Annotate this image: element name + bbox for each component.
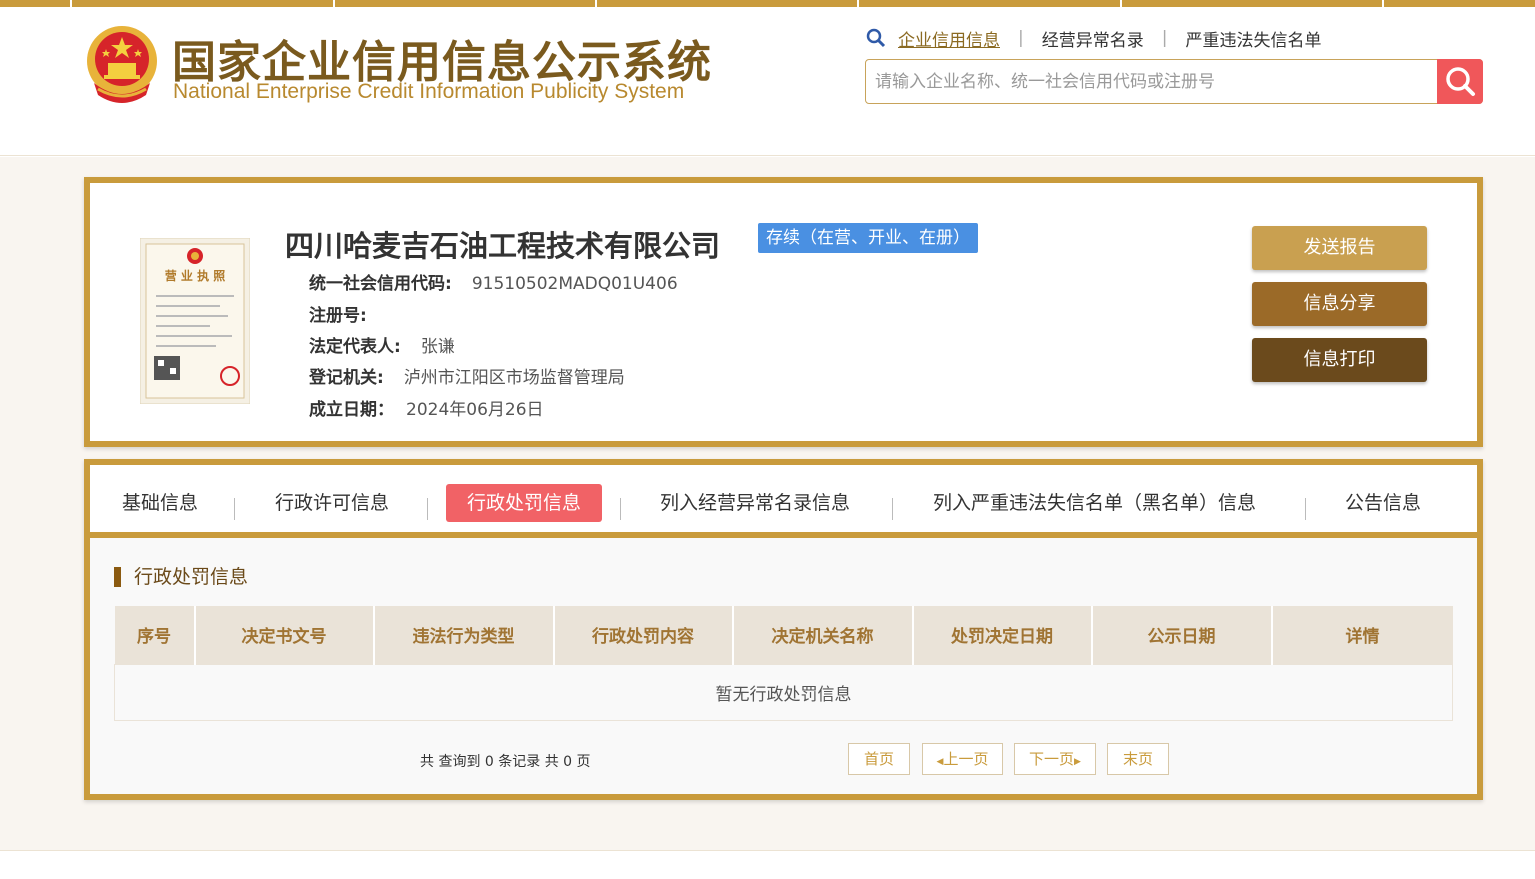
section-title: 行政处罚信息: [114, 567, 248, 587]
field-label: 法定代表人:: [309, 337, 401, 357]
col-decision-date: 处罚决定日期: [912, 606, 1093, 664]
field-value: 91510502MADQ01U406: [471, 274, 678, 294]
chevron-right-icon: ▶: [1074, 757, 1081, 767]
tab-divider: [892, 498, 893, 520]
info-panel: 基础信息 行政许可信息 行政处罚信息 列入经营异常名录信息 列入严重违法失信名单…: [84, 459, 1483, 800]
tab-admin-license[interactable]: 行政许可信息: [275, 484, 389, 522]
license-title: 营 业 执 照: [165, 268, 226, 283]
tab-bar: 基础信息 行政许可信息 行政处罚信息 列入经营异常名录信息 列入严重违法失信名单…: [90, 465, 1477, 538]
field-established: 成立日期： 2024年06月26日: [309, 395, 544, 420]
field-label: 统一社会信用代码:: [309, 274, 452, 294]
send-report-button[interactable]: 发送报告: [1252, 226, 1427, 270]
tab-announcements[interactable]: 公告信息: [1345, 484, 1421, 522]
table-header-row: 序号 决定书文号 违法行为类型 行政处罚内容 决定机关名称 处罚决定日期 公示日…: [114, 606, 1453, 664]
nav-abnormal-list[interactable]: 经营异常名录: [1042, 26, 1144, 51]
status-badge: 存续（在营、开业、在册）: [758, 223, 978, 253]
business-license-image[interactable]: 营 业 执 照: [140, 238, 250, 404]
top-nav: 企业信用信息 | 经营异常名录 | 严重违法失信名单: [866, 26, 1321, 51]
last-page-button[interactable]: 末页: [1107, 743, 1169, 775]
col-decision-number: 决定书文号: [194, 606, 375, 664]
field-value: 泸州市江阳区市场监督管理局: [403, 368, 625, 388]
tab-divider: [234, 498, 235, 520]
table-row: 暂无行政处罚信息: [114, 663, 1453, 721]
field-reg-number: 注册号:: [309, 301, 387, 326]
nav-blacklist[interactable]: 严重违法失信名单: [1185, 26, 1321, 51]
field-label: 成立日期：: [309, 400, 394, 420]
field-value: 张谦: [420, 337, 455, 357]
nav-divider: |: [1161, 28, 1168, 48]
search-icon: [866, 28, 886, 48]
search-box: [865, 59, 1483, 104]
site-title-en: National Enterprise Credit Information P…: [173, 80, 685, 103]
company-card: 营 业 执 照 四川哈麦吉石油工程技术有限公司 存续（在营、开业、在册） 统一社…: [84, 177, 1483, 447]
prev-page-button[interactable]: ◀上一页: [922, 743, 1003, 775]
top-strip: [0, 0, 1535, 7]
nav-enterprise-credit[interactable]: 企业信用信息: [898, 26, 1000, 51]
field-label: 登记机关:: [309, 368, 384, 388]
prev-page-label: 上一页: [943, 750, 989, 768]
company-name: 四川哈麦吉石油工程技术有限公司: [285, 229, 721, 263]
footer: [0, 850, 1535, 879]
search-input[interactable]: [866, 60, 1438, 103]
share-info-button[interactable]: 信息分享: [1252, 282, 1427, 326]
tab-divider: [620, 498, 621, 520]
col-index: 序号: [114, 606, 196, 664]
col-violation-type: 违法行为类型: [373, 606, 555, 664]
next-page-button[interactable]: 下一页▶: [1014, 743, 1096, 775]
penalty-table: 序号 决定书文号 违法行为类型 行政处罚内容 决定机关名称 处罚决定日期 公示日…: [114, 606, 1453, 721]
field-value: 2024年06月26日: [406, 400, 544, 420]
field-credit-code: 统一社会信用代码: 91510502MADQ01U406: [309, 269, 678, 294]
field-label: 注册号:: [309, 306, 367, 326]
col-publish-date: 公示日期: [1091, 606, 1273, 664]
search-icon: [1446, 67, 1475, 96]
tab-abnormal-list[interactable]: 列入经营异常名录信息: [660, 484, 850, 522]
print-info-button[interactable]: 信息打印: [1252, 338, 1427, 382]
tab-basic-info[interactable]: 基础信息: [122, 484, 198, 522]
tab-blacklist[interactable]: 列入严重违法失信名单（黑名单）信息: [933, 484, 1256, 522]
tab-divider: [427, 498, 428, 520]
col-details: 详情: [1271, 606, 1453, 664]
next-page-label: 下一页: [1029, 750, 1075, 768]
col-authority: 决定机关名称: [732, 606, 914, 664]
first-page-button[interactable]: 首页: [848, 743, 910, 775]
national-emblem-icon: [87, 26, 157, 103]
field-reg-authority: 登记机关: 泸州市江阳区市场监督管理局: [309, 363, 625, 388]
nav-divider: |: [1018, 28, 1024, 48]
search-button[interactable]: [1437, 59, 1483, 104]
field-legal-rep: 法定代表人: 张谦: [309, 332, 455, 357]
empty-message: 暂无行政处罚信息: [114, 663, 1453, 721]
tab-admin-penalty[interactable]: 行政处罚信息: [446, 484, 603, 522]
col-penalty-content: 行政处罚内容: [553, 606, 734, 664]
pagination-summary: 共 查询到 0 条记录 共 0 页: [420, 754, 591, 770]
tab-divider: [1305, 498, 1306, 520]
